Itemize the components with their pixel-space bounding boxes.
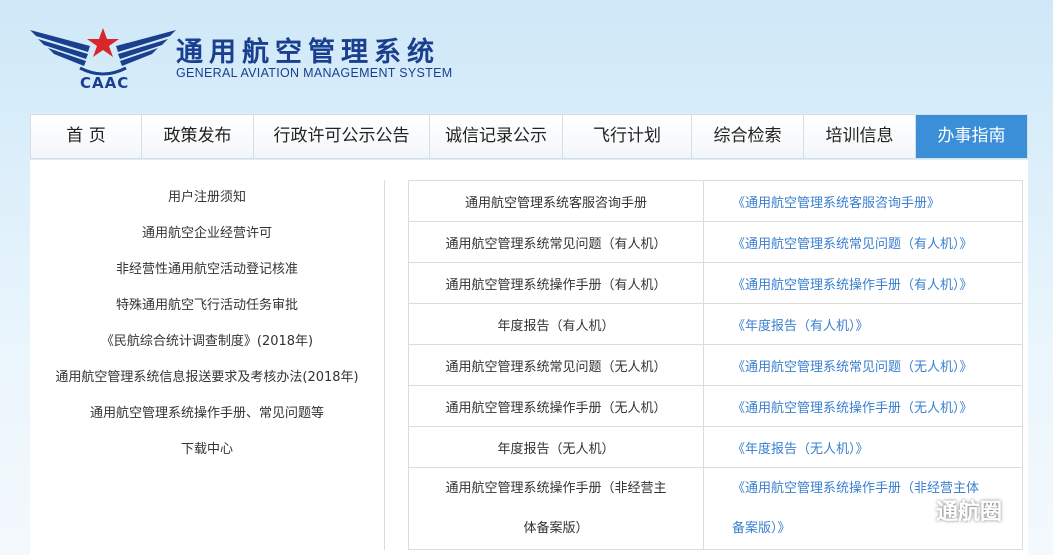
nav-item-search[interactable]: 综合检索 <box>692 115 804 158</box>
document-name-line: 通用航空管理系统操作手册（非经营主 <box>445 480 667 496</box>
document-name: 年度报告（有人机） <box>408 303 704 345</box>
document-link[interactable]: 《通用航空管理系统常见问题（有人机）》 <box>703 221 1023 263</box>
sidebar-item-download-center[interactable]: 下载中心 <box>30 432 384 468</box>
nav-item-home[interactable]: 首 页 <box>31 115 142 158</box>
nav-item-flight-plan[interactable]: 飞行计划 <box>563 115 692 158</box>
watermark: 通航圈 <box>890 490 1002 530</box>
site-subtitle: GENERAL AVIATION MANAGEMENT SYSTEM <box>176 66 453 80</box>
document-link[interactable]: 《年度报告（有人机）》 <box>703 303 1023 345</box>
main-nav: 首 页 政策发布 行政许可公示公告 诚信记录公示 飞行计划 综合检索 培训信息 … <box>30 114 1028 159</box>
logo-text: CAAC <box>80 74 130 92</box>
document-name: 年度报告（无人机） <box>408 426 704 468</box>
document-name-line: 体备案版） <box>523 520 589 536</box>
table-row: 通用航空管理系统客服咨询手册 《通用航空管理系统客服咨询手册》 <box>408 180 1023 222</box>
sidebar: 用户注册须知 通用航空企业经营许可 非经营性通用航空活动登记核准 特殊通用航空飞… <box>30 180 385 550</box>
sidebar-item-non-business-registration[interactable]: 非经营性通用航空活动登记核准 <box>30 252 384 288</box>
nav-item-policy[interactable]: 政策发布 <box>142 115 254 158</box>
document-link[interactable]: 《通用航空管理系统客服咨询手册》 <box>703 180 1023 222</box>
nav-item-admin-license[interactable]: 行政许可公示公告 <box>254 115 430 158</box>
site-title: 通用航空管理系统 <box>176 37 440 68</box>
sidebar-item-reporting-requirements[interactable]: 通用航空管理系统信息报送要求及考核办法(2018年) <box>30 360 384 396</box>
document-name: 通用航空管理系统操作手册（无人机） <box>408 385 704 427</box>
table-row: 年度报告（无人机） 《年度报告（无人机）》 <box>408 426 1023 468</box>
document-link[interactable]: 《年度报告（无人机）》 <box>703 426 1023 468</box>
document-link[interactable]: 《通用航空管理系统常见问题（无人机）》 <box>703 344 1023 386</box>
sidebar-item-registration-notice[interactable]: 用户注册须知 <box>30 180 384 216</box>
document-name: 通用航空管理系统常见问题（无人机） <box>408 344 704 386</box>
wechat-icon <box>890 495 930 524</box>
nav-item-guide[interactable]: 办事指南 <box>916 115 1027 158</box>
sidebar-item-statistics-survey[interactable]: 《民航综合统计调查制度》(2018年) <box>30 324 384 360</box>
nav-item-training[interactable]: 培训信息 <box>804 115 916 158</box>
document-name: 通用航空管理系统常见问题（有人机） <box>408 221 704 263</box>
watermark-text: 通航圈 <box>936 500 1003 525</box>
sidebar-item-manuals-faq[interactable]: 通用航空管理系统操作手册、常见问题等 <box>30 396 384 432</box>
table-row: 通用航空管理系统常见问题（无人机） 《通用航空管理系统常见问题（无人机）》 <box>408 344 1023 386</box>
content-panel: 用户注册须知 通用航空企业经营许可 非经营性通用航空活动登记核准 特殊通用航空飞… <box>30 160 1028 555</box>
header: CAAC 通用航空管理系统 GENERAL AVIATION MANAGEMEN… <box>0 0 1053 115</box>
sidebar-item-special-flight-approval[interactable]: 特殊通用航空飞行活动任务审批 <box>30 288 384 324</box>
table-row: 通用航空管理系统操作手册（有人机） 《通用航空管理系统操作手册（有人机）》 <box>408 262 1023 304</box>
table-row: 年度报告（有人机） 《年度报告（有人机）》 <box>408 303 1023 345</box>
document-name: 通用航空管理系统操作手册（非经营主 体备案版） <box>408 467 704 550</box>
document-link[interactable]: 《通用航空管理系统操作手册（无人机）》 <box>703 385 1023 427</box>
document-link[interactable]: 《通用航空管理系统操作手册（有人机）》 <box>703 262 1023 304</box>
table-row: 通用航空管理系统操作手册（无人机） 《通用航空管理系统操作手册（无人机）》 <box>408 385 1023 427</box>
document-name: 通用航空管理系统操作手册（有人机） <box>408 262 704 304</box>
document-name: 通用航空管理系统客服咨询手册 <box>408 180 704 222</box>
sidebar-item-business-license[interactable]: 通用航空企业经营许可 <box>30 216 384 252</box>
nav-item-credit-records[interactable]: 诚信记录公示 <box>430 115 563 158</box>
table-row: 通用航空管理系统常见问题（有人机） 《通用航空管理系统常见问题（有人机）》 <box>408 221 1023 263</box>
